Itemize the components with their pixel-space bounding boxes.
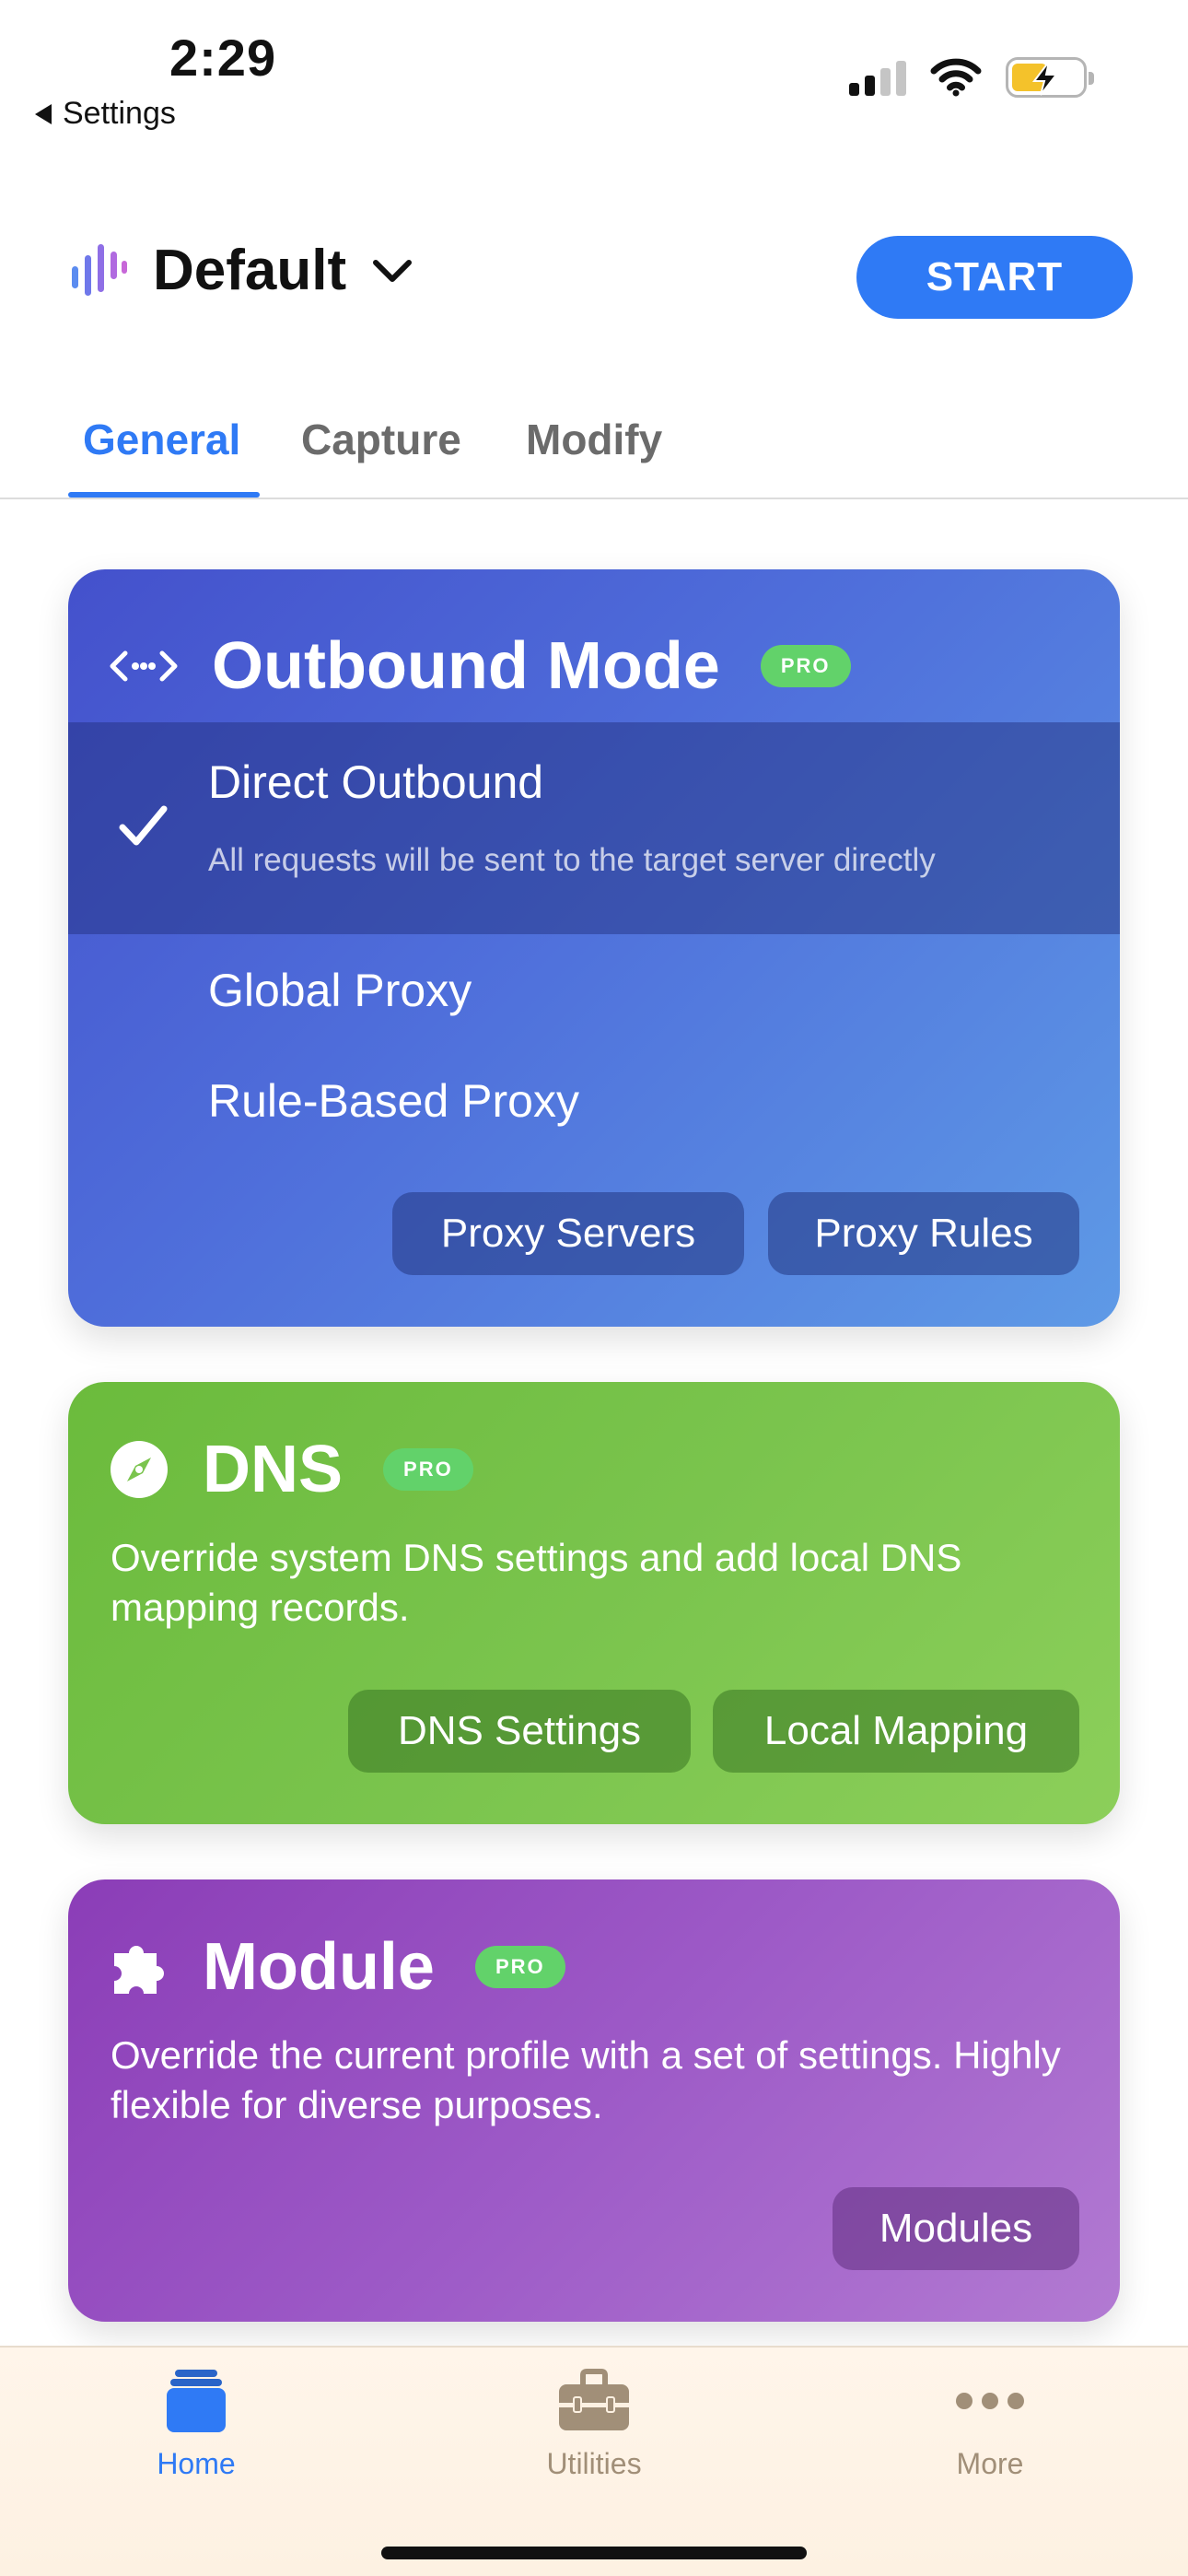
pro-badge: PRO [760, 645, 851, 687]
dns-settings-button[interactable]: DNS Settings [348, 1690, 691, 1773]
active-tab-indicator [68, 492, 260, 498]
battery-icon [1006, 57, 1094, 98]
mode-option-global-proxy[interactable]: Global Proxy [208, 964, 472, 1017]
profile-selector[interactable]: Default [68, 238, 414, 303]
tabbar-label-home: Home [157, 2447, 236, 2480]
home-indicator [381, 2547, 807, 2559]
toolbox-icon [559, 2369, 629, 2430]
puzzle-piece-icon [114, 1946, 164, 1994]
back-to-settings-link[interactable]: Settings [35, 96, 176, 132]
outbound-mode-card: Outbound Mode PRO Direct Outbound All re… [68, 569, 1120, 1327]
profile-name: Default [153, 239, 347, 302]
mode-description: All requests will be sent to the target … [208, 842, 936, 878]
dns-title: DNS [203, 1433, 344, 1506]
dns-card-header: DNS PRO [109, 1432, 473, 1507]
code-arrows-icon [110, 650, 178, 682]
bottom-tab-bar: Home Utilities More [0, 2346, 1188, 2576]
cellular-signal-icon [849, 59, 906, 96]
module-description: Override the current profile with a set … [111, 2033, 1061, 2126]
tabbar-label-more: More [956, 2447, 1024, 2480]
ellipsis-icon [956, 2393, 1024, 2409]
mode-option-direct-outbound[interactable]: Direct Outbound All requests will be sen… [68, 722, 1120, 934]
segment-tabs: General Capture Modify [0, 405, 1188, 499]
outbound-card-header: Outbound Mode PRO [109, 628, 851, 704]
tab-capture[interactable]: Capture [301, 415, 461, 464]
header: Default START [0, 221, 1188, 332]
mode-label: Direct Outbound [208, 756, 544, 808]
tabbar-label-utilities: Utilities [546, 2447, 642, 2480]
charging-bolt-icon [1031, 61, 1059, 96]
status-bar: 2:29 Settings [0, 0, 1188, 166]
tabbar-item-home[interactable]: Home [104, 2366, 288, 2481]
stack-icon [167, 2370, 226, 2432]
checkmark-icon [119, 805, 168, 846]
dns-card: DNS PRO Override system DNS settings and… [68, 1382, 1120, 1824]
mode-option-rule-based-proxy[interactable]: Rule-Based Proxy [208, 1074, 579, 1128]
compass-icon [111, 1441, 168, 1498]
status-icons [849, 57, 1094, 98]
pro-badge: PRO [474, 1946, 565, 1988]
module-card: Module PRO Override the current profile … [68, 1879, 1120, 2322]
module-card-header: Module PRO [109, 1929, 565, 2005]
profile-logo-icon [72, 243, 127, 296]
proxy-servers-button[interactable]: Proxy Servers [392, 1192, 744, 1275]
outbound-title: Outbound Mode [212, 629, 720, 703]
dns-description: Override system DNS settings and add loc… [111, 1536, 962, 1629]
modules-button[interactable]: Modules [833, 2187, 1079, 2270]
wifi-icon [930, 58, 982, 97]
tab-modify[interactable]: Modify [526, 415, 662, 464]
status-time: 2:29 [169, 29, 277, 87]
tabbar-item-more[interactable]: More [898, 2366, 1082, 2481]
tab-general[interactable]: General [83, 415, 240, 464]
proxy-rules-button[interactable]: Proxy Rules [768, 1192, 1079, 1275]
back-label: Settings [63, 96, 176, 131]
module-title: Module [203, 1930, 435, 2004]
local-mapping-button[interactable]: Local Mapping [713, 1690, 1079, 1773]
chevron-down-icon [373, 259, 413, 282]
start-button[interactable]: START [856, 236, 1133, 319]
back-arrow-icon [35, 103, 52, 124]
tabbar-item-utilities[interactable]: Utilities [502, 2366, 686, 2481]
pro-badge: PRO [383, 1448, 473, 1491]
